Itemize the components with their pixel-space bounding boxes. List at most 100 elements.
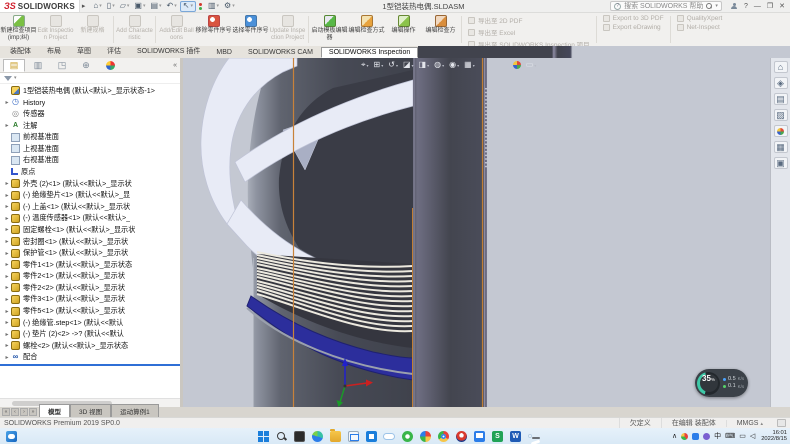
- graphics-viewport[interactable]: ⌖ ⊞ ↺ ◪ ◨ ◍ ◉ ▦ ▭ 35 %: [183, 58, 770, 407]
- performance-evaluation-button[interactable]: [197, 1, 205, 12]
- panel-collapse-chevron[interactable]: «: [173, 62, 177, 69]
- tab-nav-prev-icon[interactable]: ‹: [11, 408, 19, 416]
- tab-addins[interactable]: SOLIDWORKS 插件: [129, 44, 208, 58]
- tree-item-part[interactable]: ▸(-) 绝缘管.step<1> (默认<<默认: [0, 317, 180, 329]
- file-explorer-taskbar-icon[interactable]: [330, 431, 341, 442]
- tab-model[interactable]: 模型: [39, 404, 70, 417]
- start-button[interactable]: [258, 431, 269, 442]
- expand-arrow-icon[interactable]: ▸: [3, 273, 11, 280]
- blue-app-icon[interactable]: [474, 431, 485, 442]
- tab-nav-last-icon[interactable]: »: [29, 408, 37, 416]
- tab-nav-next-icon[interactable]: ›: [20, 408, 28, 416]
- apply-scene-icon[interactable]: ▦: [464, 61, 475, 69]
- tree-item-part[interactable]: ▸零件2<1> (默认<<默认>_显示状: [0, 271, 180, 283]
- print-button[interactable]: ▤: [148, 1, 163, 12]
- edit-inspection-method-button[interactable]: 编辑检查方式: [348, 13, 385, 46]
- word-icon[interactable]: W: [510, 431, 521, 442]
- previous-view-icon[interactable]: ↺: [388, 61, 398, 69]
- widgets-icon[interactable]: [6, 431, 17, 442]
- tree-item-part[interactable]: ▸(-) 温度传感器<1> (默认<<默认>_: [0, 213, 180, 225]
- home-tab-icon[interactable]: ⌂: [774, 61, 788, 73]
- dimxpertmanager-tab[interactable]: ⊕: [75, 59, 97, 72]
- chrome-icon[interactable]: [438, 431, 449, 442]
- tab-solidworks-cam[interactable]: SOLIDWORKS CAM: [240, 47, 321, 58]
- taskbar-clock[interactable]: 16:01 2022/8/15: [761, 430, 787, 443]
- tree-item-history[interactable]: ▸◷History: [0, 97, 180, 109]
- expand-arrow-icon[interactable]: ▸: [3, 284, 11, 291]
- tree-item-mates[interactable]: ▸∞配合: [0, 352, 180, 364]
- add-characteristic-button[interactable]: Add Characteristic: [116, 13, 153, 46]
- tree-item-part[interactable]: ▸零件2<2> (默认<<默认>_显示状: [0, 282, 180, 294]
- save-button[interactable]: ▣: [132, 1, 147, 12]
- tab-assembly[interactable]: 装配体: [2, 44, 39, 58]
- close-button[interactable]: ✕: [779, 2, 785, 10]
- expand-arrow-icon[interactable]: ▸: [3, 203, 11, 210]
- tree-item-part[interactable]: ▸零件1<1> (默认<<默认>_显示状态: [0, 259, 180, 271]
- restore-button[interactable]: ❐: [767, 2, 773, 10]
- rollback-bar[interactable]: [0, 364, 180, 366]
- export-excel[interactable]: 导出至 Excel: [468, 27, 590, 37]
- microsoft-store-icon[interactable]: [366, 431, 377, 442]
- keyboard-icon[interactable]: ⌨: [725, 432, 735, 440]
- tree-item-part[interactable]: ▸固定螺栓<1> (默认<<默认>_显示状: [0, 224, 180, 236]
- export-3d-pdf[interactable]: Export to 3D PDF: [603, 15, 664, 22]
- tree-item-front-plane[interactable]: 前视基准面: [0, 131, 180, 143]
- qualityxpert-button[interactable]: QualityXpert: [677, 15, 723, 22]
- menu-expand-arrow[interactable]: ▸: [82, 2, 86, 10]
- expand-arrow-icon[interactable]: ▸: [3, 226, 11, 233]
- monitor-icon[interactable]: ▭: [739, 432, 746, 440]
- featuremanager-tab[interactable]: ▤: [3, 59, 25, 72]
- export-edrawing[interactable]: Export eDrawing: [603, 24, 664, 31]
- view-settings-icon[interactable]: ▭: [526, 61, 537, 69]
- tray-colorful-icon[interactable]: [681, 433, 688, 440]
- mail-icon[interactable]: [348, 431, 359, 442]
- tab-sketch[interactable]: 草图: [69, 44, 99, 58]
- tree-item-part[interactable]: ▸(-) 绝缘垫片<1> (默认<<默认>_显: [0, 189, 180, 201]
- appearances-icon[interactable]: [774, 125, 788, 137]
- tab-nav-first-icon[interactable]: «: [2, 408, 10, 416]
- expand-arrow-icon[interactable]: ▸: [3, 296, 11, 303]
- colorful-circle-app-icon[interactable]: [420, 431, 431, 442]
- remove-balloon-button[interactable]: 移除零件序号: [195, 13, 232, 46]
- view-orientation-icon[interactable]: ◨: [419, 61, 430, 69]
- edit-appearance-icon[interactable]: [513, 61, 521, 69]
- red-blue-app-icon[interactable]: [456, 431, 467, 442]
- zoom-fit-icon[interactable]: ⌖: [361, 61, 369, 69]
- configurationmanager-tab[interactable]: ◳: [51, 59, 73, 72]
- tree-item-annotations[interactable]: ▸A注解: [0, 120, 180, 132]
- expand-arrow-icon[interactable]: ▸: [3, 238, 11, 245]
- tree-item-part[interactable]: ▸零件5<1> (默认<<默认>_显示状: [0, 305, 180, 317]
- edit-inspection-project-button[interactable]: Edit Inspection Project: [37, 13, 74, 46]
- expand-arrow-icon[interactable]: ▸: [3, 215, 11, 222]
- expand-arrow-icon[interactable]: ▸: [3, 250, 11, 257]
- expand-arrow-icon[interactable]: ▸: [3, 122, 11, 129]
- propertymanager-tab[interactable]: ▥: [27, 59, 49, 72]
- edit-inspection-side-button[interactable]: 编辑检查方: [422, 13, 459, 46]
- tab-motion-study[interactable]: 运动算例1: [111, 404, 159, 417]
- filter-caret-icon[interactable]: ▾: [14, 75, 17, 81]
- options-button[interactable]: ⚙: [222, 1, 237, 12]
- section-view-icon[interactable]: ◪: [403, 61, 414, 69]
- new-inspection-project-button[interactable]: 新建检查项目 (imp;纠): [0, 13, 37, 46]
- tab-layout[interactable]: 布局: [39, 44, 69, 58]
- tree-item-part[interactable]: ▸(-) 上盖<1> (默认<<默认>_显示状: [0, 201, 180, 213]
- export-2d-pdf[interactable]: 导出至 2D PDF: [468, 15, 590, 25]
- taskbar-search-icon[interactable]: [276, 431, 287, 442]
- tree-item-top-plane[interactable]: 上视基准面: [0, 143, 180, 155]
- minimize-button[interactable]: —: [754, 3, 761, 10]
- display-style-icon[interactable]: ◍: [434, 61, 444, 69]
- edge-browser-icon[interactable]: [312, 431, 323, 442]
- edit-operation-button[interactable]: 编辑操作: [385, 13, 422, 46]
- login-user-icon[interactable]: [731, 3, 738, 10]
- custom-properties-icon[interactable]: ▦: [774, 141, 788, 153]
- add-edit-balloons-button[interactable]: Add/Edit Balloons: [158, 13, 195, 46]
- tree-item-origin[interactable]: 原点: [0, 166, 180, 178]
- expand-arrow-icon[interactable]: ▸: [3, 308, 11, 315]
- units-dropdown[interactable]: MMGS▴: [726, 420, 773, 427]
- file-explorer-icon[interactable]: ▤: [774, 93, 788, 105]
- expand-arrow-icon[interactable]: ▸: [3, 331, 11, 338]
- tree-item-sensors[interactable]: ◎传感器: [0, 108, 180, 120]
- solidworks-taskbar-active[interactable]: [528, 434, 532, 438]
- tree-item-part[interactable]: ▸密封圈<1> (默认<<默认>_显示状: [0, 236, 180, 248]
- tab-mbd[interactable]: MBD: [208, 47, 240, 58]
